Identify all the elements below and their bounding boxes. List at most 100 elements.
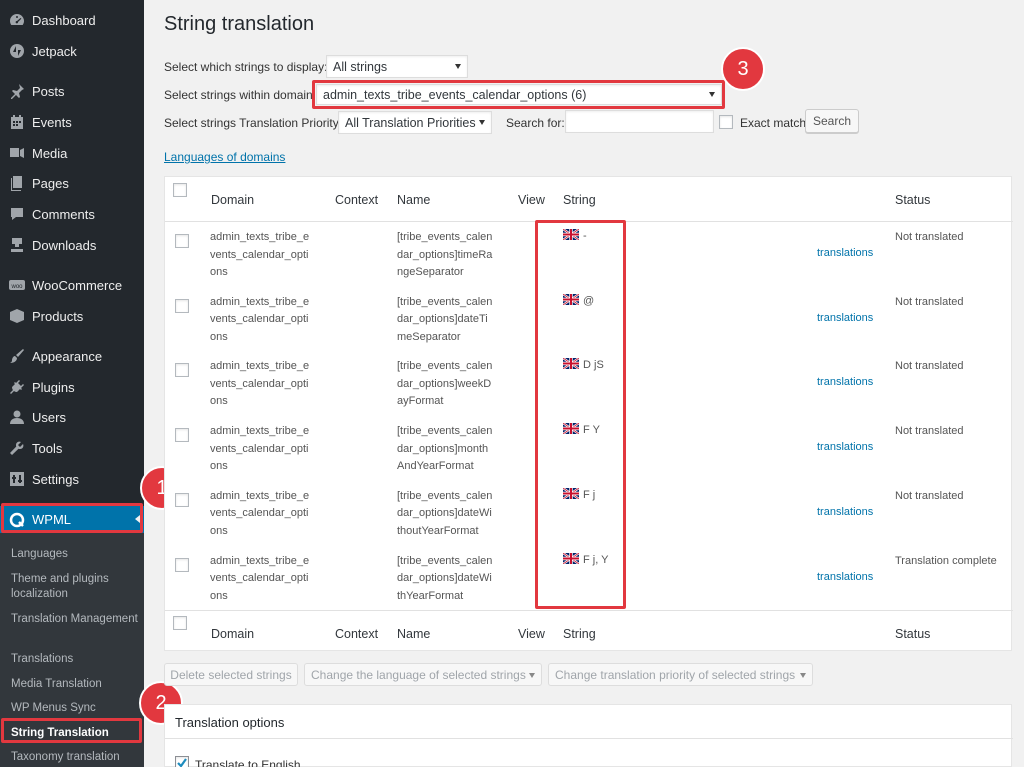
- search-input[interactable]: [565, 110, 714, 133]
- submenu-item-media-translation[interactable]: Media Translation: [11, 677, 139, 692]
- row-checkbox[interactable]: [175, 363, 189, 378]
- row-translations-link[interactable]: translations: [817, 506, 873, 518]
- col-context-header: Context: [335, 193, 379, 207]
- sidebar-item-tools[interactable]: Tools: [0, 435, 144, 461]
- sidebar-item-woocommerce[interactable]: woo WooCommerce: [0, 272, 144, 298]
- select-all-footer-checkbox[interactable]: [173, 616, 187, 630]
- col-status-header: Status: [895, 193, 931, 207]
- change-priority-select[interactable]: Change translation priority of selected …: [548, 663, 813, 686]
- row-translations-link[interactable]: translations: [817, 441, 873, 453]
- sidebar-item-label: Dashboard: [32, 12, 96, 28]
- wpml-highlight-box: [1, 503, 143, 533]
- display-select[interactable]: All strings: [326, 55, 468, 78]
- sidebar-item-pages[interactable]: Pages: [0, 170, 144, 196]
- domain-label: Select strings within domain:: [164, 88, 317, 102]
- row-checkbox[interactable]: [175, 298, 189, 313]
- languages-of-domains-link[interactable]: Languages of domains: [164, 150, 285, 164]
- sidebar-item-settings[interactable]: Settings: [0, 466, 144, 492]
- submenu-item-taxonomy-translation[interactable]: Taxonomy translation: [11, 750, 139, 765]
- col-name-footer: Name: [397, 627, 431, 641]
- jetpack-icon: [9, 43, 25, 59]
- submenu-item-wp-menus-sync[interactable]: WP Menus Sync: [11, 701, 139, 716]
- domain-highlight-box: [312, 80, 725, 109]
- row-name-line: ngeSeparator: [397, 266, 464, 278]
- row-translations-link[interactable]: translations: [817, 312, 873, 324]
- change-priority-value: Change translation priority of selected …: [555, 667, 796, 682]
- row-domain-line: ons: [210, 524, 228, 537]
- chevron-down-icon: [479, 120, 485, 125]
- translate-to-english-label: Translate to English: [195, 758, 301, 767]
- translation-options-title: Translation options: [175, 715, 285, 730]
- row-translations-link[interactable]: translations: [817, 571, 873, 583]
- sidebar-item-posts[interactable]: Posts: [0, 78, 144, 104]
- row-name-line: [tribe_events_calen: [397, 231, 493, 243]
- sidebar-item-plugins[interactable]: Plugins: [0, 374, 144, 400]
- options-divider: [165, 738, 1013, 739]
- row-checkbox[interactable]: [175, 428, 189, 443]
- submenu-item-translations[interactable]: Translations: [11, 652, 139, 667]
- wrench-icon: [9, 440, 25, 456]
- row-checkbox[interactable]: [175, 557, 189, 572]
- sidebar-item-dashboard[interactable]: Dashboard: [0, 7, 144, 33]
- row-name-line: dar_options]dateWi: [397, 507, 492, 520]
- row-domain: admin_texts_tribe_e vents_calendar_opti on…: [210, 488, 330, 541]
- row-name-line: [tribe_events_calen: [397, 489, 493, 502]
- row-domain-line: admin_texts_tribe_e: [210, 231, 310, 243]
- submenu-item-translation-management[interactable]: Translation Management: [11, 612, 139, 627]
- row-name-line: AndYearFormat: [397, 460, 474, 473]
- row-checkbox[interactable]: [175, 234, 189, 248]
- pin-icon: [9, 83, 25, 99]
- sidebar-item-media[interactable]: Media: [0, 140, 144, 166]
- col-view-footer: View: [518, 627, 545, 641]
- string-translation-highlight-box: [1, 718, 142, 743]
- change-language-select[interactable]: Change the language of selected strings: [304, 663, 542, 686]
- row-domain-line: ons: [210, 266, 228, 278]
- box-icon: [9, 308, 25, 324]
- search-label: Search for:: [506, 116, 565, 130]
- row-translations-link[interactable]: translations: [817, 376, 873, 388]
- row-domain-line: admin_texts_tribe_e: [210, 295, 310, 308]
- row-domain-line: vents_calendar_opti: [210, 248, 309, 261]
- sidebar-item-users[interactable]: Users: [0, 404, 144, 430]
- plug-icon: [9, 379, 25, 395]
- sidebar-item-comments[interactable]: Comments: [0, 201, 144, 227]
- translate-to-english-checkbox[interactable]: [175, 756, 189, 767]
- delete-selected-button[interactable]: Delete selected strings: [164, 663, 298, 686]
- row-checkbox[interactable]: [175, 492, 189, 507]
- sidebar-item-appearance[interactable]: Appearance: [0, 343, 144, 369]
- sidebar-item-products[interactable]: Products: [0, 303, 144, 329]
- row-domain-line: vents_calendar_opti: [210, 572, 309, 584]
- chevron-down-icon: [800, 673, 806, 678]
- col-domain-footer[interactable]: Domain: [211, 627, 254, 641]
- dashboard-icon: [9, 12, 25, 28]
- row-status: Not translated: [895, 489, 964, 502]
- exact-match-checkbox[interactable]: [719, 115, 733, 129]
- row-domain-line: vents_calendar_opti: [210, 313, 309, 326]
- sidebar-item-events[interactable]: Events: [0, 109, 144, 135]
- submenu-item-theme-and-plugins-localization[interactable]: Theme and plugins localization: [11, 572, 139, 602]
- sidebar-item-jetpack[interactable]: Jetpack: [0, 38, 144, 64]
- priority-select[interactable]: All Translation Priorities: [338, 111, 492, 134]
- select-all-checkbox[interactable]: [173, 183, 187, 197]
- row-domain-line: vents_calendar_opti: [210, 377, 309, 390]
- row-domain: admin_texts_tribe_e vents_calendar_opti on…: [210, 553, 330, 606]
- sidebar-item-label: Pages: [32, 175, 69, 191]
- row-domain: admin_texts_tribe_e vents_calendar_opti on…: [210, 358, 330, 411]
- row-translations-link[interactable]: translations: [817, 247, 873, 259]
- search-button[interactable]: Search: [805, 109, 859, 133]
- row-domain-line: admin_texts_tribe_e: [210, 425, 310, 438]
- col-domain-header[interactable]: Domain: [211, 193, 254, 207]
- chevron-down-icon: [455, 64, 461, 69]
- submenu-item-languages[interactable]: Languages: [11, 547, 139, 562]
- sidebar-item-downloads[interactable]: Downloads: [0, 232, 144, 258]
- row-name: [tribe_events_calen dar_options]weekD ayFo…: [397, 358, 517, 411]
- row-name: [tribe_events_calen dar_options]dateWi tho…: [397, 488, 517, 541]
- row-domain-line: ons: [210, 589, 228, 602]
- media-icon: [9, 145, 25, 161]
- row-domain: admin_texts_tribe_e vents_calendar_opti on…: [210, 423, 330, 476]
- row-domain: admin_texts_tribe_e vents_calendar_opti on…: [210, 294, 330, 347]
- brush-icon: [9, 348, 25, 364]
- row-domain-line: ons: [210, 460, 228, 473]
- sidebar-item-label: Appearance: [32, 348, 103, 364]
- row-name-line: dar_options]dateWi: [397, 572, 492, 584]
